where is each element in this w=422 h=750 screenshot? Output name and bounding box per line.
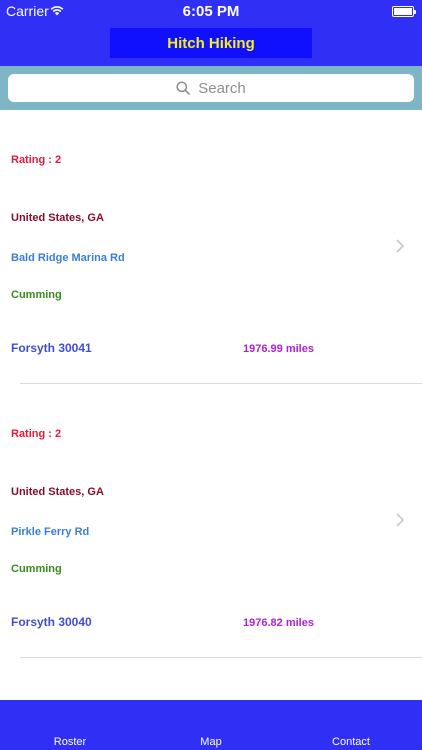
rating-label: Rating : 2 xyxy=(11,428,62,440)
battery-icon xyxy=(392,6,416,17)
search-bar: Search xyxy=(0,66,422,110)
street-label: Pirkle Ferry Rd xyxy=(11,526,90,538)
tab-map[interactable]: Map xyxy=(181,736,241,748)
clock-time: 6:05 PM xyxy=(182,3,240,20)
search-icon xyxy=(176,81,191,95)
list-item[interactable]: Rating : 2 United States, GA Pirkle Ferr… xyxy=(0,384,422,658)
country-state-label: United States, GA xyxy=(11,486,104,498)
row-divider xyxy=(20,657,422,658)
county-zip-label: Forsyth 30041 xyxy=(11,341,92,355)
location-list: Rating : 2 United States, GA Bald Ridge … xyxy=(0,110,422,658)
tab-contact[interactable]: Contact xyxy=(321,736,381,748)
search-placeholder: Search xyxy=(198,79,246,97)
distance-label: 1976.99 miles xyxy=(243,343,314,355)
list-item[interactable]: Rating : 2 United States, GA Bald Ridge … xyxy=(0,110,422,384)
status-bar: Carrier 6:05 PM xyxy=(0,0,422,22)
chevron-right-icon xyxy=(395,238,405,254)
country-state-label: United States, GA xyxy=(11,212,104,224)
distance-label: 1976.82 miles xyxy=(243,617,314,629)
tab-roster[interactable]: Roster xyxy=(40,736,100,748)
county-zip-label: Forsyth 30040 xyxy=(11,615,92,629)
city-label: Cumming xyxy=(11,289,62,301)
rating-label: Rating : 2 xyxy=(11,154,62,166)
navigation-bar: Carrier 6:05 PM Hitch Hiking xyxy=(0,0,422,66)
street-label: Bald Ridge Marina Rd xyxy=(11,252,125,264)
page-title: Hitch Hiking xyxy=(110,28,312,58)
search-input[interactable]: Search xyxy=(8,74,414,102)
chevron-right-icon xyxy=(395,512,405,528)
tab-bar: Roster Map Contact xyxy=(0,700,422,750)
city-label: Cumming xyxy=(11,563,62,575)
